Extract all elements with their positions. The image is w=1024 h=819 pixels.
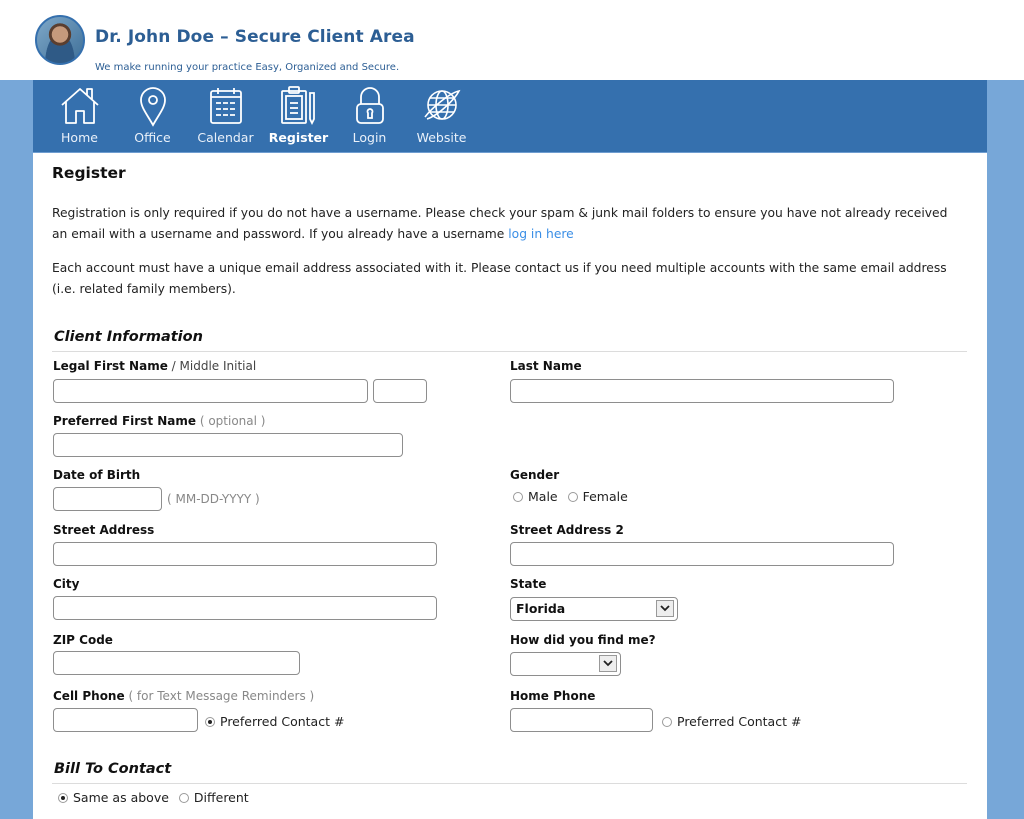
page-title: Register <box>52 164 126 182</box>
padlock-icon <box>355 87 384 124</box>
radio-button[interactable] <box>178 792 189 803</box>
street-address-label: Street Address <box>53 523 155 537</box>
doctor-avatar <box>35 15 85 65</box>
referral-select[interactable] <box>510 652 621 676</box>
site-title: Dr. John Doe – Secure Client Area <box>95 27 415 47</box>
section-divider <box>52 783 967 784</box>
gender-label: Gender <box>510 468 560 482</box>
section-title-bill-to: Bill To Contact <box>54 761 172 777</box>
radio-label: Male <box>528 489 558 504</box>
radio-label: Different <box>193 790 249 805</box>
home-phone-label: Home Phone <box>510 689 596 703</box>
city-input[interactable] <box>53 596 437 620</box>
clipboard-pencil-icon <box>280 86 315 126</box>
chevron-down-icon[interactable] <box>656 600 674 617</box>
site-header: Dr. John Doe – Secure Client Area We mak… <box>0 0 1024 80</box>
street-address-2-label: Street Address 2 <box>510 523 624 537</box>
dob-input[interactable] <box>53 487 162 511</box>
intro-paragraph-1: Registration is only required if you do … <box>52 203 952 245</box>
street-address-input[interactable] <box>53 542 437 566</box>
register-content: Register Registration is only required i… <box>33 153 987 819</box>
radio-button[interactable] <box>567 491 578 502</box>
zip-input[interactable] <box>53 651 300 675</box>
optional-hint: ( optional ) <box>196 414 266 428</box>
nav-website[interactable]: Website <box>409 80 474 152</box>
right-side-band <box>987 80 1024 819</box>
cell-phone-hint: ( for Text Message Reminders ) <box>124 689 315 703</box>
main-nav: Home Office Calendar Register Login Webs… <box>33 80 987 153</box>
home-preferred-contact[interactable]: Preferred Contact # <box>662 714 801 729</box>
zip-label: ZIP Code <box>53 633 113 647</box>
legal-first-name-label: Legal First Name / Middle Initial <box>53 359 256 373</box>
radio-label: Female <box>582 489 628 504</box>
radio-button[interactable] <box>513 491 523 502</box>
gender-male-option[interactable]: Male <box>513 489 558 504</box>
nav-label: Home <box>61 130 98 145</box>
cell-phone-label: Cell Phone ( for Text Message Reminders … <box>53 689 314 703</box>
left-side-band <box>0 80 33 819</box>
map-pin-icon <box>139 87 166 127</box>
middle-initial-input[interactable] <box>373 379 427 403</box>
dob-format-hint: ( MM-DD-YYYY ) <box>167 492 260 506</box>
bill-to-different-option[interactable]: Different <box>178 790 249 805</box>
middle-initial-label: / Middle Initial <box>167 359 257 373</box>
radio-label: Preferred Contact # <box>677 714 802 729</box>
nav-label: Calendar <box>197 130 254 145</box>
intro-text: Registration is only required if you do … <box>52 206 948 241</box>
bill-to-radio-group: Same as above Different <box>58 790 259 805</box>
preferred-first-name-input[interactable] <box>53 433 403 457</box>
site-tagline: We make running your practice Easy, Orga… <box>95 62 400 73</box>
dob-label: Date of Birth <box>53 468 141 482</box>
nav-label: Office <box>134 130 171 145</box>
referral-label: How did you find me? <box>510 633 656 647</box>
gender-radio-group: Male Female <box>513 489 638 504</box>
label-text: Cell Phone <box>53 689 125 703</box>
nav-label: Register <box>268 130 329 145</box>
section-divider <box>52 351 967 352</box>
nav-home[interactable]: Home <box>47 80 112 152</box>
login-link[interactable]: log in here <box>508 227 573 241</box>
nav-office[interactable]: Office <box>120 80 185 152</box>
globe-icon <box>423 89 460 120</box>
radio-label: Preferred Contact # <box>220 714 345 729</box>
bill-to-same-option[interactable]: Same as above <box>58 790 169 805</box>
section-title-client-info: Client Information <box>54 329 203 345</box>
gender-female-option[interactable]: Female <box>567 489 628 504</box>
chevron-down-icon[interactable] <box>599 655 617 672</box>
city-label: City <box>53 577 80 591</box>
preferred-first-name-label: Preferred First Name ( optional ) <box>53 414 265 428</box>
cell-preferred-contact[interactable]: Preferred Contact # <box>205 714 344 729</box>
last-name-label: Last Name <box>510 359 582 373</box>
nav-calendar[interactable]: Calendar <box>193 80 258 152</box>
calendar-icon <box>209 88 242 124</box>
state-selected-value: Florida <box>516 601 566 616</box>
street-address-2-input[interactable] <box>510 542 894 566</box>
radio-button[interactable] <box>662 716 672 727</box>
home-icon <box>60 88 99 124</box>
cell-phone-input[interactable] <box>53 708 198 732</box>
legal-first-name-input[interactable] <box>53 379 368 403</box>
nav-label: Website <box>416 130 467 145</box>
intro-paragraph-2: Each account must have a unique email ad… <box>52 261 947 296</box>
nav-register[interactable]: Register <box>266 80 331 152</box>
nav-label: Login <box>352 130 387 145</box>
label-text: Legal First Name <box>53 359 168 373</box>
radio-button[interactable] <box>58 792 68 803</box>
home-phone-input[interactable] <box>510 708 653 732</box>
last-name-input[interactable] <box>510 379 894 403</box>
state-label: State <box>510 577 547 591</box>
radio-button[interactable] <box>205 716 215 727</box>
state-select[interactable]: Florida <box>510 597 678 621</box>
radio-label: Same as above <box>73 790 169 805</box>
label-text: Preferred First Name <box>53 414 197 428</box>
nav-login[interactable]: Login <box>337 80 402 152</box>
